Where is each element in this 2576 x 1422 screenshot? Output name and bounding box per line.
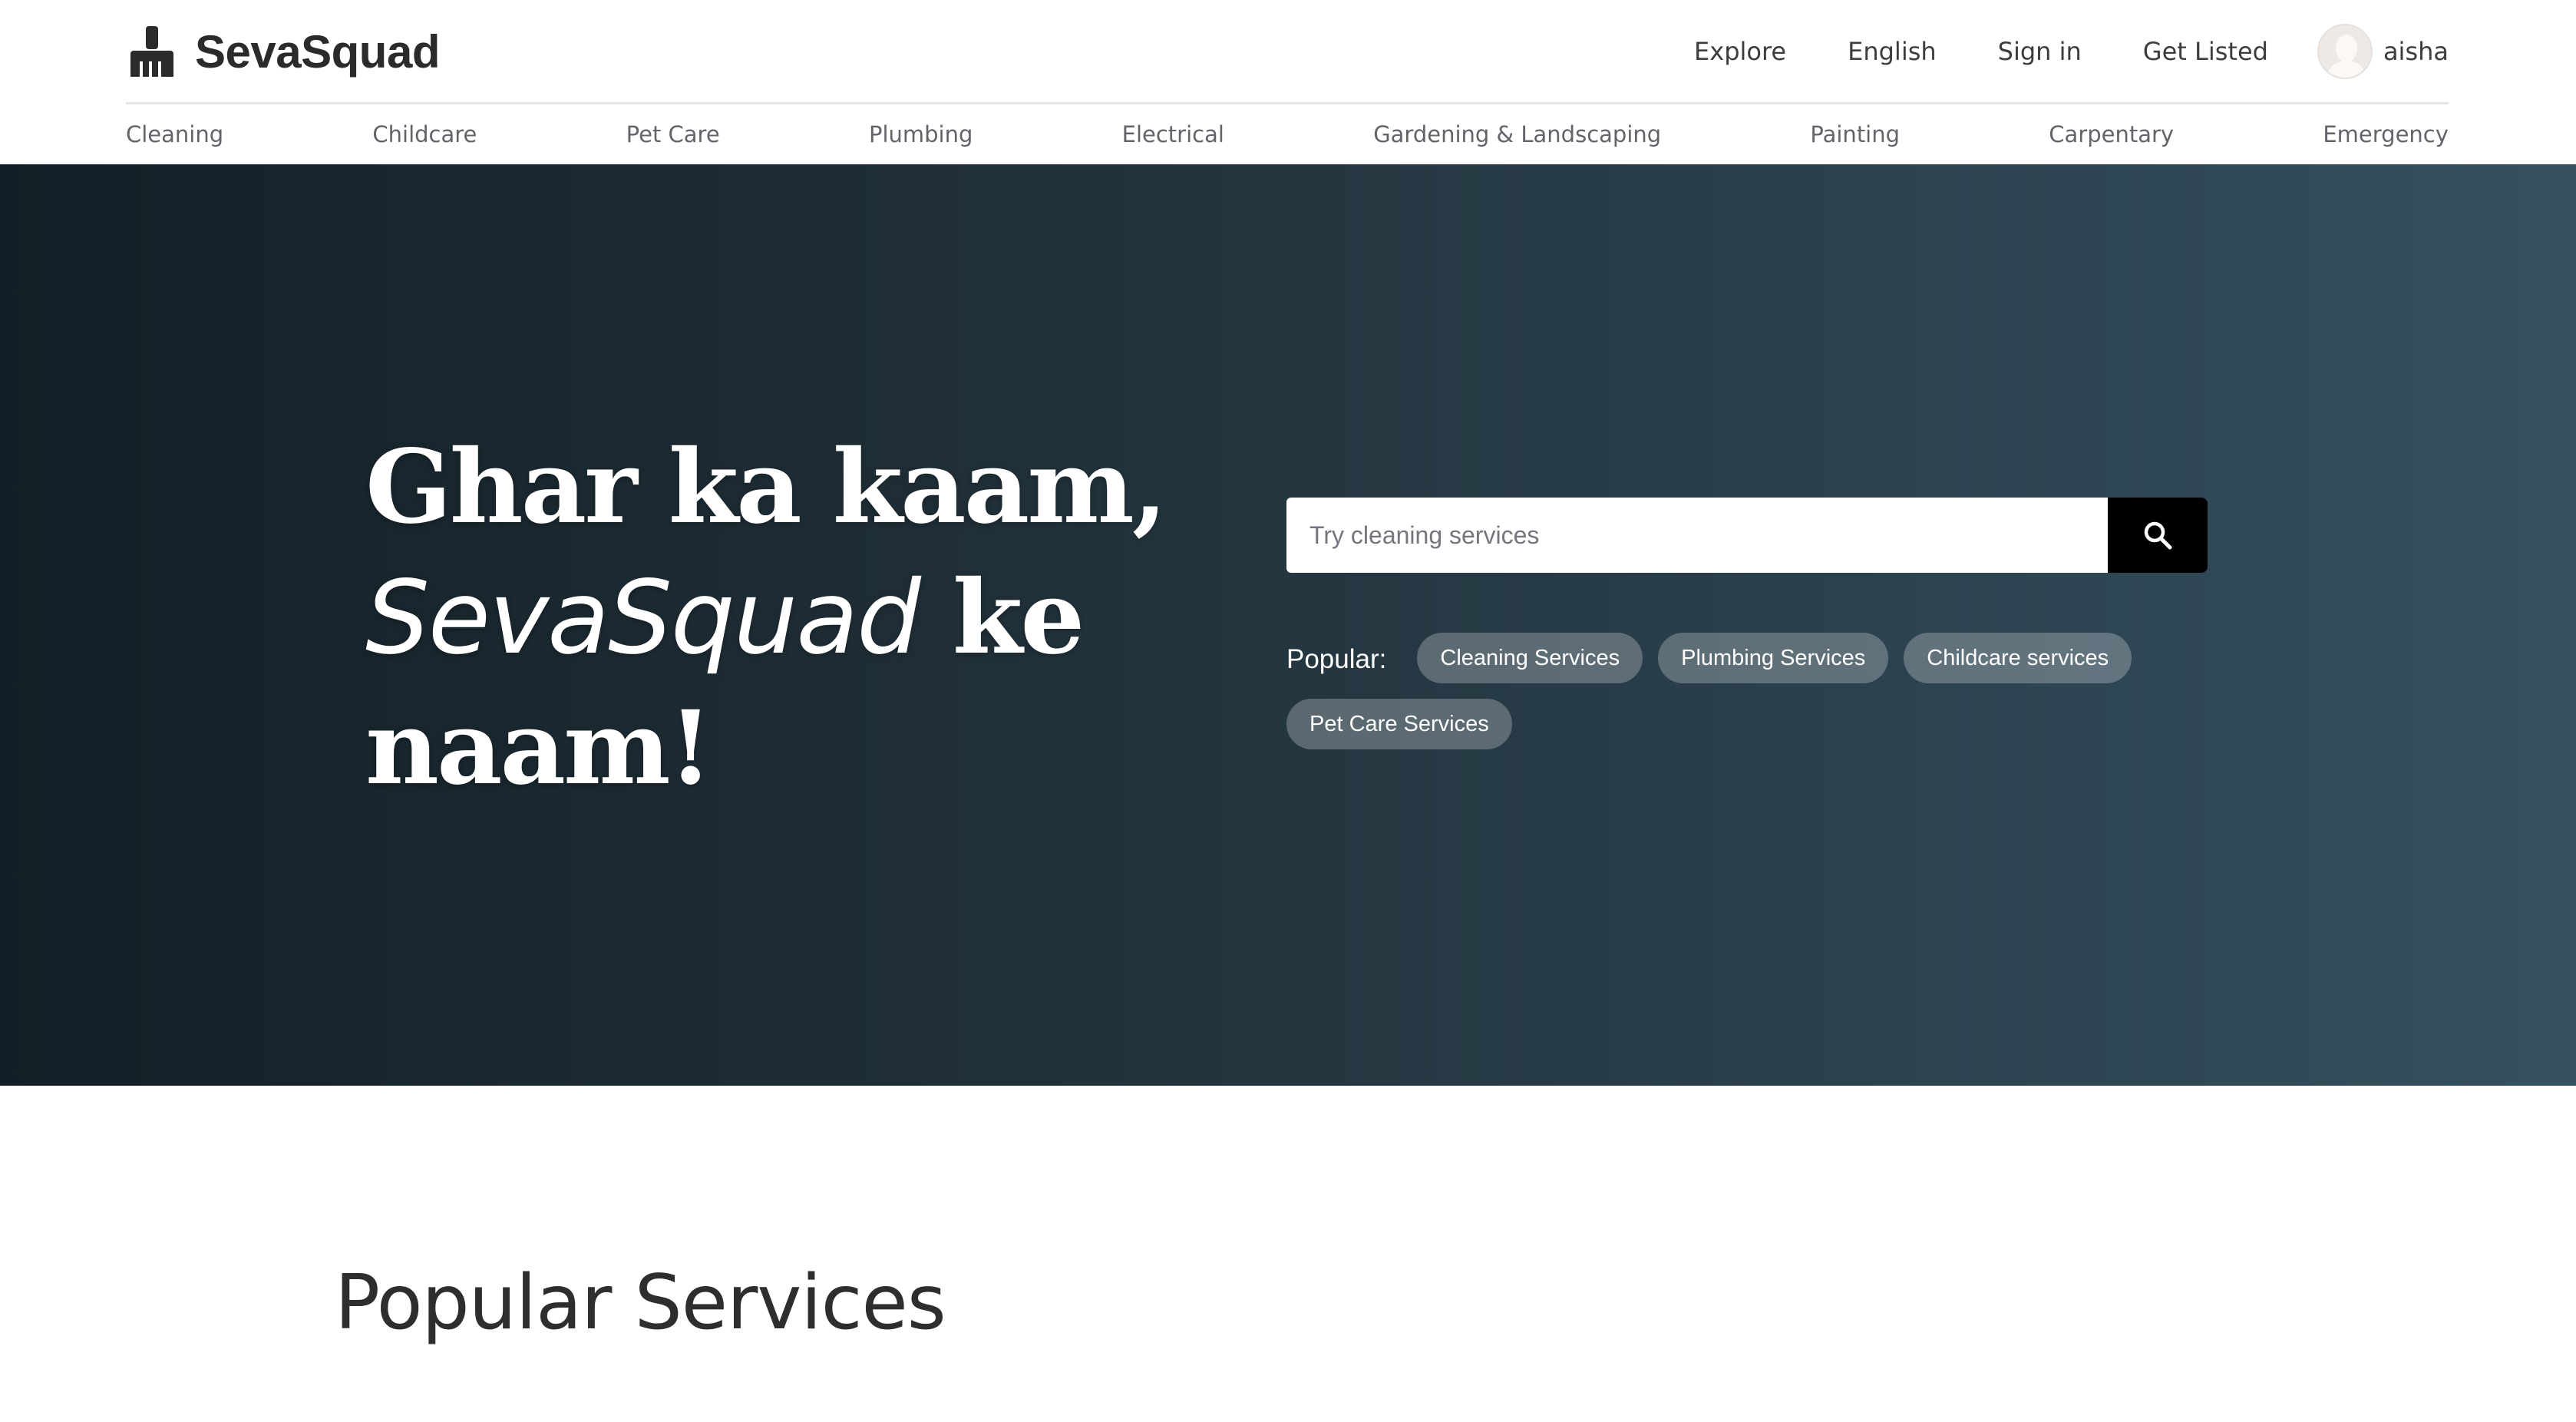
search-bar [1286,498,2208,573]
popular-tag-plumbing[interactable]: Plumbing Services [1658,633,1889,683]
sign-in-link[interactable]: Sign in [1998,37,2082,66]
hero-title-line-1: Ghar ka kaam, [365,428,1167,547]
popular-tag-pet-care[interactable]: Pet Care Services [1286,699,1512,749]
explore-link[interactable]: Explore [1694,37,1786,66]
category-nav: Cleaning Childcare Pet Care Plumbing Ele… [126,107,2449,164]
category-pet-care[interactable]: Pet Care [626,121,720,150]
user-name: aisha [2383,37,2449,66]
category-electrical[interactable]: Electrical [1122,121,1224,150]
category-emergency[interactable]: Emergency [2323,121,2449,150]
category-childcare[interactable]: Childcare [372,121,477,150]
search-icon [2144,521,2172,550]
category-painting[interactable]: Painting [1810,121,1900,150]
hero-title-brand: SevaSquad [365,559,921,677]
popular-label: Popular: [1286,644,1387,674]
search-button[interactable] [2108,498,2208,573]
hero-title-line-2-rest: ke [919,558,1085,677]
popular-tag-cleaning[interactable]: Cleaning Services [1417,633,1643,683]
category-gardening-landscaping[interactable]: Gardening & Landscaping [1373,121,1661,150]
category-plumbing[interactable]: Plumbing [869,121,973,150]
category-cleaning[interactable]: Cleaning [126,121,223,150]
popular-searches: Popular: Cleaning Services Plumbing Serv… [1286,633,2223,765]
hero-section: Ghar ka kaam, SevaSquad ke naam! Popular… [0,164,2576,1086]
category-carpentary[interactable]: Carpentary [2049,121,2174,150]
language-selector[interactable]: English [1848,37,1937,66]
hero-title-line-3: naam! [365,689,713,808]
user-menu[interactable]: aisha [2317,24,2449,79]
top-nav: Explore English Sign in Get Listed aisha [1694,20,2449,83]
site-header: SevaSquad Explore English Sign in Get Li… [0,0,2576,164]
popular-tag-childcare[interactable]: Childcare services [1904,633,2132,683]
brand-logo[interactable]: SevaSquad [129,21,440,81]
get-listed-link[interactable]: Get Listed [2143,37,2268,66]
popular-services-heading: Popular Services [335,1259,946,1347]
search-input[interactable] [1286,498,2108,573]
hero-title: Ghar ka kaam, SevaSquad ke naam! [365,422,1167,814]
hero-title-line-2: SevaSquad ke [365,553,1133,683]
broom-icon [130,26,173,77]
user-avatar-icon [2317,24,2373,79]
top-bar: SevaSquad Explore English Sign in Get Li… [126,0,2449,104]
brand-name: SevaSquad [195,25,440,78]
